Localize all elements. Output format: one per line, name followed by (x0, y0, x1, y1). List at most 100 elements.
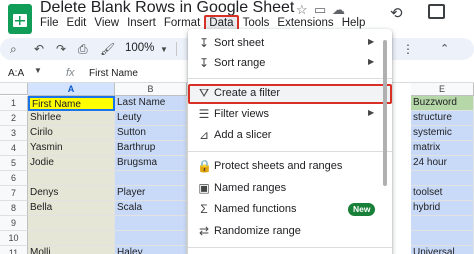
menu-item-add-slicer[interactable]: ⊿ Add a slicer (188, 126, 392, 146)
menu-item-label: Protect sheets and ranges (214, 160, 343, 172)
cell-e8[interactable]: hybrid (411, 201, 474, 216)
menu-divider (188, 78, 392, 79)
cell-e7[interactable]: toolset (411, 186, 474, 201)
row-header[interactable]: 10 (0, 231, 28, 246)
undo-icon[interactable]: ↶ (34, 42, 44, 56)
shuffle-icon: ⇄ (198, 224, 210, 238)
cell-a9[interactable] (28, 216, 115, 231)
new-badge: New (348, 203, 376, 216)
menu-item-randomize-range[interactable]: ⇄ Randomize range (188, 222, 392, 242)
menu-item-label: Sort sheet (214, 37, 265, 49)
menu-item-protect-sheets[interactable]: 🔒 Protect sheets and ranges (188, 157, 392, 177)
row-header[interactable]: 1 (0, 96, 28, 111)
cell-b5[interactable]: Brugsma (115, 156, 187, 171)
filter-icon: ⛛ (198, 86, 210, 100)
lock-icon: 🔒 (197, 159, 212, 173)
row-header[interactable]: 2 (0, 111, 28, 126)
menu-insert[interactable]: Insert (123, 15, 160, 31)
cell-a5[interactable]: Jodie (28, 156, 115, 171)
menu-edit[interactable]: Edit (63, 15, 91, 31)
row-header[interactable]: 9 (0, 216, 28, 231)
cell-e2[interactable]: structure (411, 111, 474, 126)
history-icon[interactable]: ⟲ (390, 4, 403, 22)
menu-item-label: Randomize range (214, 225, 301, 237)
menu-item-sort-sheet[interactable]: ↧ Sort sheet ▶ (188, 34, 392, 54)
cell-a10[interactable] (28, 231, 115, 246)
cell-e6[interactable] (411, 171, 474, 186)
toolbar-divider (176, 42, 177, 56)
cell-b7[interactable]: Player (115, 186, 187, 201)
paint-format-icon[interactable]: 🖌 (100, 42, 115, 56)
cell-e10[interactable] (411, 231, 474, 246)
column-header-a[interactable]: A (28, 83, 115, 96)
menu-item-label: Named ranges (214, 182, 287, 194)
cell-a8[interactable]: Bella (28, 201, 115, 216)
cell-a6[interactable] (28, 171, 115, 186)
cell-e4[interactable]: matrix (411, 141, 474, 156)
cell-a7[interactable]: Denys (28, 186, 115, 201)
cell-b3[interactable]: Sutton (115, 126, 187, 141)
formula-input[interactable]: First Name (89, 68, 138, 79)
menu-divider (188, 151, 392, 152)
name-box[interactable]: A:A (8, 68, 24, 79)
menu-scrollbar[interactable] (383, 40, 387, 186)
submenu-arrow-icon: ▶ (368, 108, 375, 117)
sheets-logo-icon[interactable] (8, 4, 32, 34)
row-header[interactable]: 8 (0, 201, 28, 216)
menu-item-label: Named functions (214, 203, 297, 215)
column-header-e[interactable]: E (411, 83, 474, 96)
menu-view[interactable]: View (90, 15, 123, 31)
cell-e3[interactable]: systemic (411, 126, 474, 141)
submenu-arrow-icon: ▶ (368, 37, 375, 46)
cell-e11[interactable]: Universal (411, 246, 474, 254)
cell-a1[interactable]: First Name (28, 96, 115, 111)
name-box-dropdown-icon[interactable]: ▼ (34, 66, 42, 75)
collapse-toolbar-icon[interactable]: ⌃ (440, 42, 449, 55)
column-header-b[interactable]: B (115, 83, 187, 96)
print-icon[interactable]: ⎙ (78, 42, 88, 57)
menu-item-label: Create a filter (214, 87, 281, 99)
cell-b11[interactable]: Haley (115, 246, 187, 254)
menu-item-label: Filter views (214, 108, 270, 120)
redo-icon[interactable]: ↷ (56, 42, 66, 56)
data-menu-dropdown: ↧ Sort sheet ▶ ↧ Sort range ▶ ⛛ Create a… (188, 29, 392, 254)
zoom-select[interactable]: 100% (125, 42, 154, 54)
row-header[interactable]: 11 (0, 246, 28, 254)
zoom-dropdown-icon[interactable]: ▼ (160, 45, 168, 54)
cell-b6[interactable] (115, 171, 187, 186)
menu-item-named-ranges[interactable]: ▣ Named ranges (188, 179, 392, 199)
search-menus-icon[interactable]: ⌕ (10, 42, 17, 57)
more-options-icon[interactable]: ⋮ (402, 42, 414, 56)
cell-a3[interactable]: Cirilo (28, 126, 115, 141)
row-header[interactable]: 6 (0, 171, 28, 186)
menu-file[interactable]: File (36, 15, 63, 31)
cell-b2[interactable]: Leuty (115, 111, 187, 126)
row-header[interactable]: 5 (0, 156, 28, 171)
submenu-arrow-icon: ▶ (368, 57, 375, 66)
cell-b1[interactable]: Last Name (115, 96, 187, 111)
cell-a4[interactable]: Yasmin (28, 141, 115, 156)
row-header[interactable]: 7 (0, 186, 28, 201)
named-ranges-icon: ▣ (198, 181, 210, 195)
sort-icon: ↧ (198, 36, 210, 50)
cell-b9[interactable] (115, 216, 187, 231)
cell-b8[interactable]: Scala (115, 201, 187, 216)
cell-b4[interactable]: Barthrup (115, 141, 187, 156)
select-all-corner[interactable] (0, 83, 28, 95)
cell-a2[interactable]: Shirlee (28, 111, 115, 126)
row-header[interactable]: 3 (0, 126, 28, 141)
row-header[interactable]: 4 (0, 141, 28, 156)
sort-range-icon: ↧ (198, 56, 210, 70)
cell-e1[interactable]: Buzzword (411, 96, 474, 111)
cell-e5[interactable]: 24 hour (411, 156, 474, 171)
cell-b10[interactable] (115, 231, 187, 246)
menu-item-create-filter[interactable]: ⛛ Create a filter (188, 84, 392, 104)
menu-item-label: Add a slicer (214, 129, 272, 141)
cell-e9[interactable] (411, 216, 474, 231)
cell-a11[interactable]: Molli (28, 246, 115, 254)
menu-item-named-functions[interactable]: Σ Named functions New (188, 200, 392, 220)
menu-item-sort-range[interactable]: ↧ Sort range ▶ (188, 54, 392, 74)
comment-icon[interactable] (428, 4, 445, 19)
menu-item-filter-views[interactable]: ☰ Filter views ▶ (188, 105, 392, 125)
sigma-icon: Σ (200, 202, 208, 216)
